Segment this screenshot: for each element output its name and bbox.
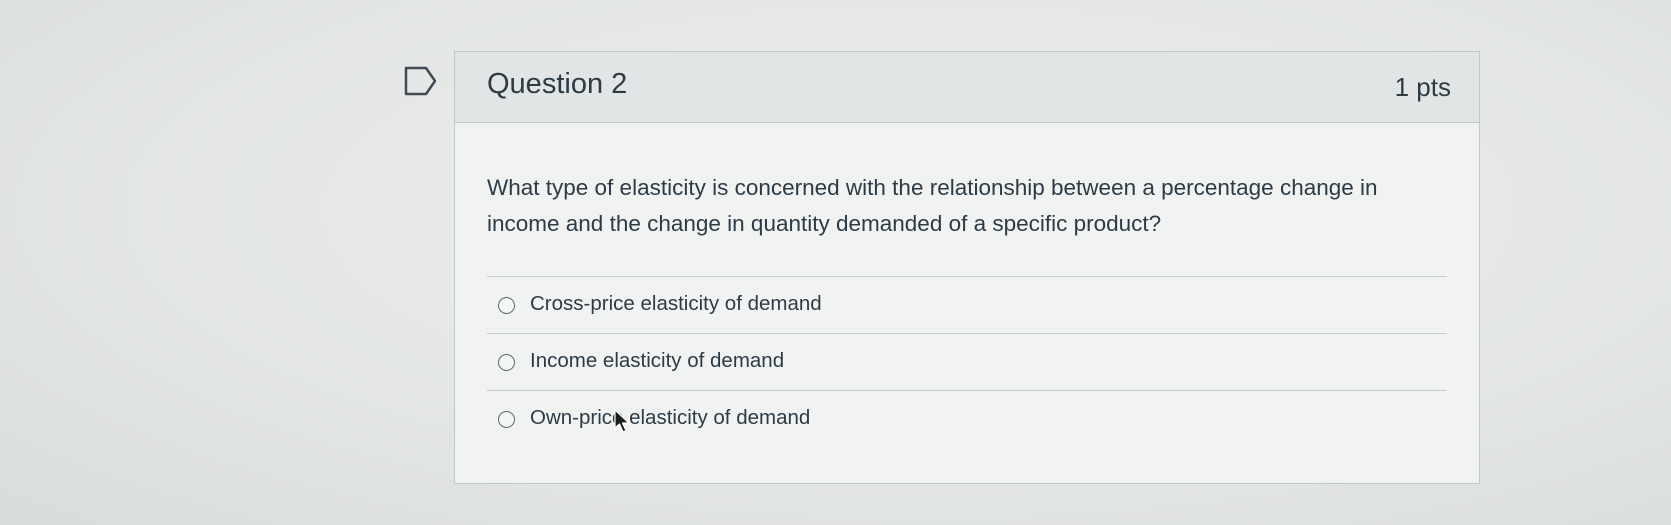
answer-option-cross-price[interactable]: Cross-price elasticity of demand xyxy=(487,276,1447,333)
question-card: Question 2 1 pts What type of elasticity… xyxy=(454,51,1480,484)
mouse-pointer-icon xyxy=(614,409,630,433)
answer-option-income[interactable]: Income elasticity of demand xyxy=(487,333,1447,390)
question-text: What type of elasticity is concerned wit… xyxy=(487,175,1378,236)
flag-question-icon[interactable] xyxy=(404,66,438,96)
answer-label[interactable]: Cross-price elasticity of demand xyxy=(530,292,822,316)
answer-label[interactable]: Own-price elasticity of demand xyxy=(530,406,810,430)
question-title: Question 2 xyxy=(487,68,628,100)
radio-button[interactable] xyxy=(498,354,515,371)
radio-button[interactable] xyxy=(498,297,515,314)
radio-button[interactable] xyxy=(498,411,515,428)
answer-label[interactable]: Income elasticity of demand xyxy=(530,349,784,373)
question-points: 1 pts xyxy=(1394,72,1451,102)
question-header: Question 2 1 pts xyxy=(455,52,1479,123)
